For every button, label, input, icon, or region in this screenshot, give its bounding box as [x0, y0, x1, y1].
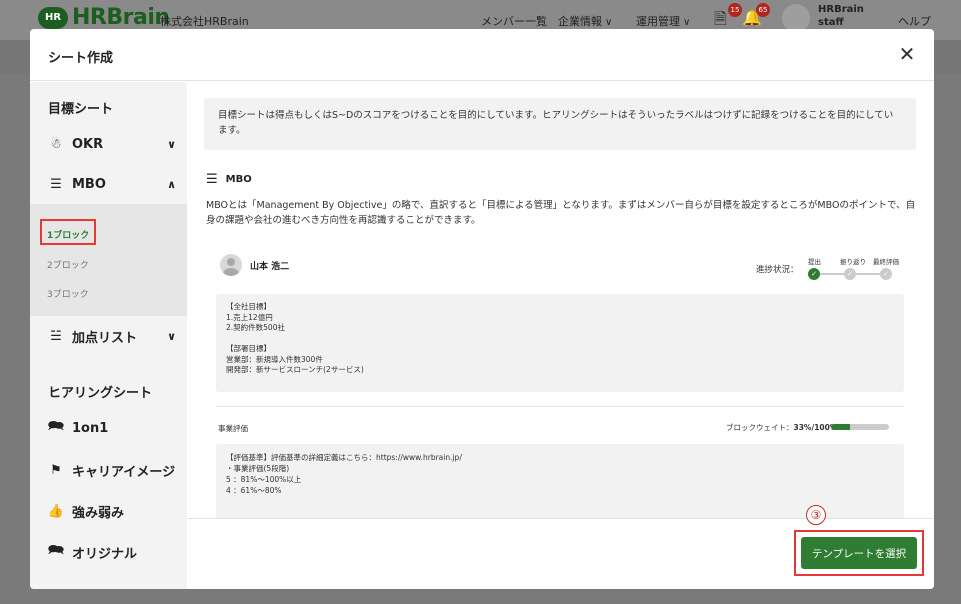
avatar — [220, 254, 242, 276]
hrbrain-logo[interactable]: HR HRBrain — [38, 5, 170, 30]
eval-line: ・事業評価(5段階) — [226, 464, 290, 473]
hierarchy-icon: ☃ — [50, 136, 62, 152]
template-preview[interactable]: 目標シートは得点もしくはS~Dのスコアをつけることを目的にしています。ヒアリング… — [188, 82, 934, 518]
step-connector — [856, 273, 880, 275]
goal-line: 開発部：新サービスローンチ(2サービス) — [226, 365, 364, 374]
chat-icon: 🗪 — [47, 543, 65, 558]
help-link[interactable]: ヘルプ — [898, 13, 931, 29]
step-label: 提出 — [808, 258, 821, 266]
sidebar-item-career[interactable]: ⚑ キャリアイメージ — [46, 458, 176, 482]
eval-line: 4 ：61%〜80% — [226, 486, 282, 495]
hearing-sheet-section: ヒアリングシート — [48, 386, 153, 401]
goal-spacer — [226, 334, 894, 345]
sidebar-item-label: MBO — [72, 176, 106, 192]
select-template-button[interactable]: テンプレートを選択 — [801, 537, 917, 569]
goal-line: 1.売上12億円 — [226, 312, 273, 322]
sidebar-item-label: キャリアイメージ — [72, 464, 176, 480]
company-name: 株式会社HRBrain — [160, 15, 249, 28]
chevron-down-icon: ∨ — [167, 137, 176, 151]
eval-title: 事業評価 — [218, 424, 248, 433]
chevron-down-icon: ∨ — [605, 17, 613, 28]
eval-line: 5 ：81%〜100%以上 — [226, 475, 302, 484]
notes-badge: 15 — [728, 3, 742, 17]
list-icon: ☰ — [50, 176, 62, 192]
logo-badge: HR — [38, 6, 68, 29]
check-icon: ✓ — [880, 268, 892, 280]
sidebar-item-label: 加点リスト — [72, 330, 138, 346]
user-name: 山本 浩二 — [250, 261, 290, 272]
card-user: 山本 浩二 — [220, 254, 289, 276]
chat-icon: 🗪 — [47, 419, 65, 434]
section-title: ☰ MBO — [206, 172, 252, 187]
sidebar-item-label: 1on1 — [72, 420, 109, 436]
step-connector — [820, 273, 844, 275]
check-icon: ✓ — [808, 268, 820, 280]
nav-member-list[interactable]: メンバー一覧 — [481, 13, 547, 29]
nav-company-info[interactable]: 企業情報 ∨ — [558, 13, 612, 29]
goal-sheet-section: 目標シート — [48, 102, 114, 117]
nav-operation[interactable]: 運用管理 ∨ — [636, 13, 690, 29]
block-weight-bar — [831, 424, 889, 430]
adjust-list-icon: ☱ — [50, 328, 62, 344]
info-message: 目標シートは得点もしくはS~Dのスコアをつけることを目的にしています。ヒアリング… — [204, 98, 916, 150]
mbo-block-list: 1ブロック 2ブロック 3ブロック — [30, 204, 187, 316]
modal-title: シート作成 — [48, 51, 114, 66]
mbo-description: MBOとは「Management By Objective」の略で、直訳すると「… — [206, 200, 916, 226]
sheet-type-sidebar: 目標シート ☃ OKR ∨ ☰ MBO ∧ 1ブロック 2ブロック 3ブロック … — [30, 82, 187, 589]
chevron-down-icon: ∨ — [167, 329, 176, 343]
block-weight-fill — [831, 424, 851, 430]
annotation-number: ③ — [806, 505, 826, 525]
highlight-box — [40, 219, 96, 245]
chevron-down-icon: ∨ — [683, 17, 691, 28]
sidebar-item-1on1[interactable]: 🗪 1on1 — [46, 416, 176, 440]
sidebar-item-label: 強み弱み — [72, 505, 125, 521]
modal-footer: ③ テンプレートを選択 — [188, 505, 934, 589]
eval-line: 【評価基準】評価基準の詳細定義はこちら：https://www.hrbrain.… — [226, 453, 462, 462]
goal-line: 営業部：新規導入件数300件 — [226, 354, 323, 364]
sidebar-item-label: OKR — [72, 136, 104, 152]
step-label: 最終評価 — [873, 258, 899, 266]
sidebar-item-okr[interactable]: ☃ OKR ∨ — [46, 132, 176, 156]
logo-text: HRBrain — [72, 5, 170, 30]
modal-header: シート作成 ✕ — [30, 29, 934, 81]
sidebar-item-strengths[interactable]: 👍 強み弱み — [46, 499, 176, 523]
goal-line: 【全社目標】 — [226, 302, 271, 311]
sidebar-item-mbo[interactable]: ☰ MBO ∧ — [46, 172, 176, 196]
sidebar-item-block-3[interactable]: 3ブロック — [47, 287, 89, 300]
sheet-preview-card: 山本 浩二 進捗状況： 提出 振り返り 最終評価 ✓ ✓ ✓ 【全社目標】 1.… — [216, 242, 916, 518]
close-icon[interactable]: ✕ — [896, 43, 918, 65]
goal-line: 2.契約件数500社 — [226, 323, 285, 332]
eval-criteria-box: 【評価基準】評価基準の詳細定義はこちら：https://www.hrbrain.… — [216, 444, 904, 518]
sidebar-item-block-2[interactable]: 2ブロック — [47, 258, 89, 271]
list-icon: ☰ — [206, 172, 218, 187]
progress-steps: 提出 振り返り 最終評価 ✓ ✓ ✓ — [805, 254, 905, 284]
block-weight-label: ブロックウェイト：33%/100% — [726, 423, 838, 432]
bell-badge: 65 — [756, 3, 770, 17]
step-label: 振り返り — [840, 258, 866, 266]
user-name[interactable]: HRBrain staff — [818, 3, 864, 29]
sidebar-item-points[interactable]: ☱ 加点リスト ∨ — [46, 324, 176, 348]
flag-icon: ⚑ — [50, 462, 62, 478]
goal-line: 【部署目標】 — [226, 344, 271, 353]
thumbs-up-icon: 👍 — [47, 503, 65, 519]
goal-box: 【全社目標】 1.売上12億円 2.契約件数500社 【部署目標】 営業部：新規… — [216, 294, 904, 392]
sidebar-item-label: オリジナル — [72, 546, 138, 562]
chevron-up-icon: ∧ — [167, 177, 176, 191]
divider — [216, 406, 904, 407]
create-sheet-modal: シート作成 ✕ 目標シート ☃ OKR ∨ ☰ MBO ∧ 1ブロック 2ブロッ… — [30, 29, 934, 589]
sidebar-item-original[interactable]: 🗪 オリジナル — [46, 540, 176, 564]
progress-label: 進捗状況： — [756, 265, 799, 275]
check-icon: ✓ — [844, 268, 856, 280]
avatar[interactable] — [782, 4, 810, 32]
